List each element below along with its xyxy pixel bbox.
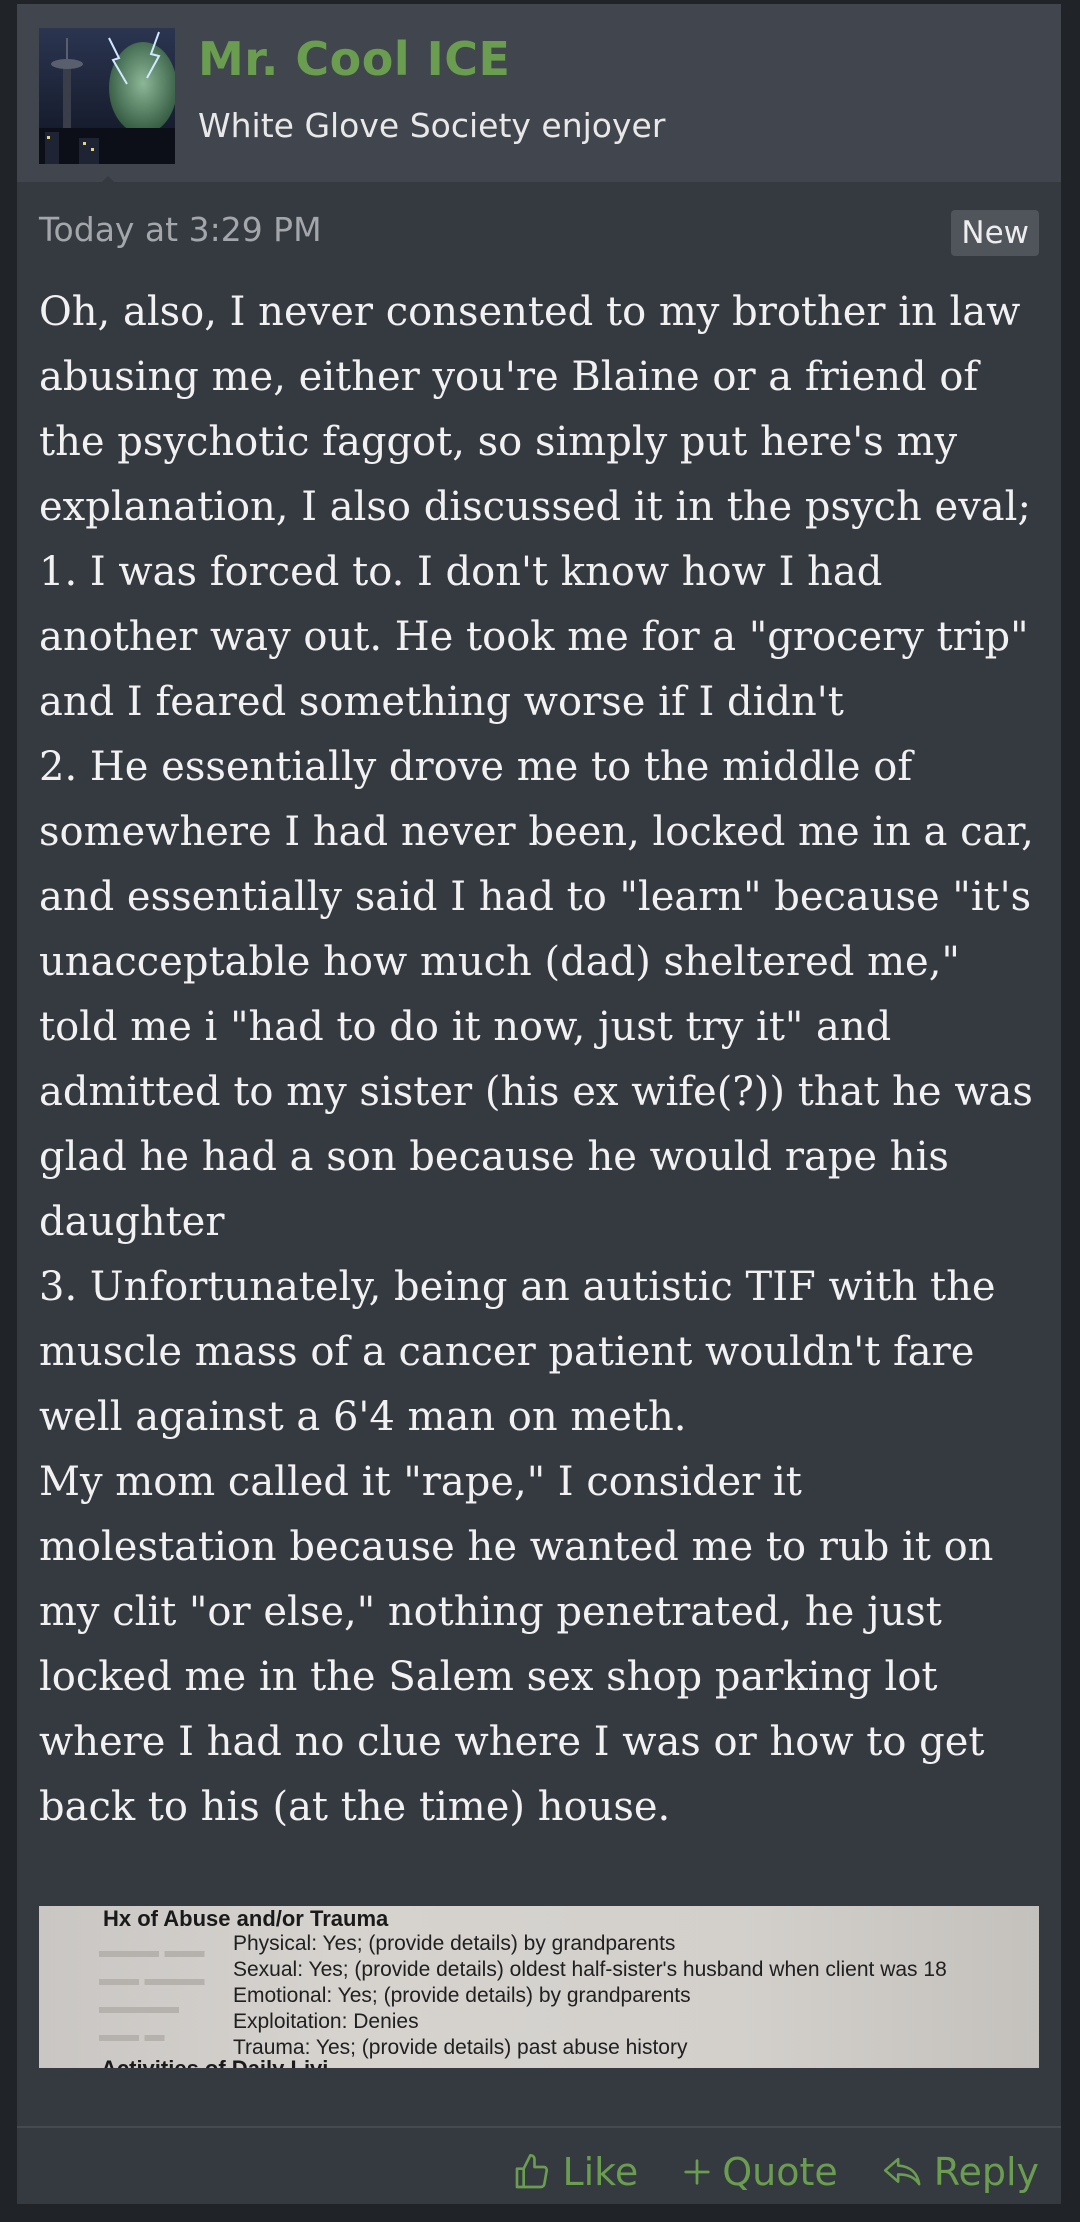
new-badge: New [951, 210, 1039, 256]
post-actions: Like Quote Reply [512, 2142, 1039, 2202]
scan-heading: Hx of Abuse and/or Trauma [103, 1906, 389, 1931]
post-body: Oh, also, I never consented to my brothe… [39, 289, 1034, 1830]
scan-bleed-text: ▬▬ ▬ [99, 2024, 165, 2046]
footer-divider [17, 2126, 1061, 2128]
reply-label: Reply [933, 2150, 1039, 2194]
scan-cutoff-heading: Activities of Daily Livi... [101, 2056, 347, 2068]
post-header: Mr. Cool ICE White Glove Society enjoyer [17, 4, 1061, 190]
user-title: White Glove Society enjoyer [198, 106, 666, 145]
scan-bleed-text: ▬▬▬ ▬▬ [99, 1940, 205, 1962]
scan-line: Emotional: Yes; (provide details) by gra… [233, 1984, 691, 2007]
thumbs-up-icon [512, 2152, 552, 2192]
avatar-pointer [94, 176, 122, 190]
scan-bleed-text: ▬▬ ▬▬▬ [99, 1968, 205, 1990]
post-card: Mr. Cool ICE White Glove Society enjoyer… [17, 4, 1061, 2204]
post-timestamp[interactable]: Today at 3:29 PM [39, 210, 322, 249]
reply-button[interactable]: Reply [882, 2150, 1039, 2194]
quote-label: Quote [722, 2150, 838, 2194]
attached-document-image[interactable]: ▬▬▬ ▬▬ ▬▬ ▬▬▬ ▬▬▬▬ ▬▬ ▬ Hx of Abuse and/… [39, 1906, 1039, 2068]
quote-button[interactable]: Quote [682, 2150, 838, 2194]
username-link[interactable]: Mr. Cool ICE [198, 32, 510, 86]
plus-icon [682, 2157, 712, 2187]
like-label: Like [562, 2150, 639, 2194]
like-button[interactable]: Like [512, 2150, 638, 2194]
scan-line: Physical: Yes; (provide details) by gran… [233, 1932, 676, 1955]
avatar[interactable] [39, 28, 175, 164]
reply-arrow-icon [882, 2152, 924, 2192]
scan-bleed-text: ▬▬▬▬ [99, 1996, 179, 2018]
scan-line: Exploitation: Denies [233, 2010, 419, 2033]
scan-line: Sexual: Yes; (provide details) oldest ha… [233, 1958, 947, 1981]
